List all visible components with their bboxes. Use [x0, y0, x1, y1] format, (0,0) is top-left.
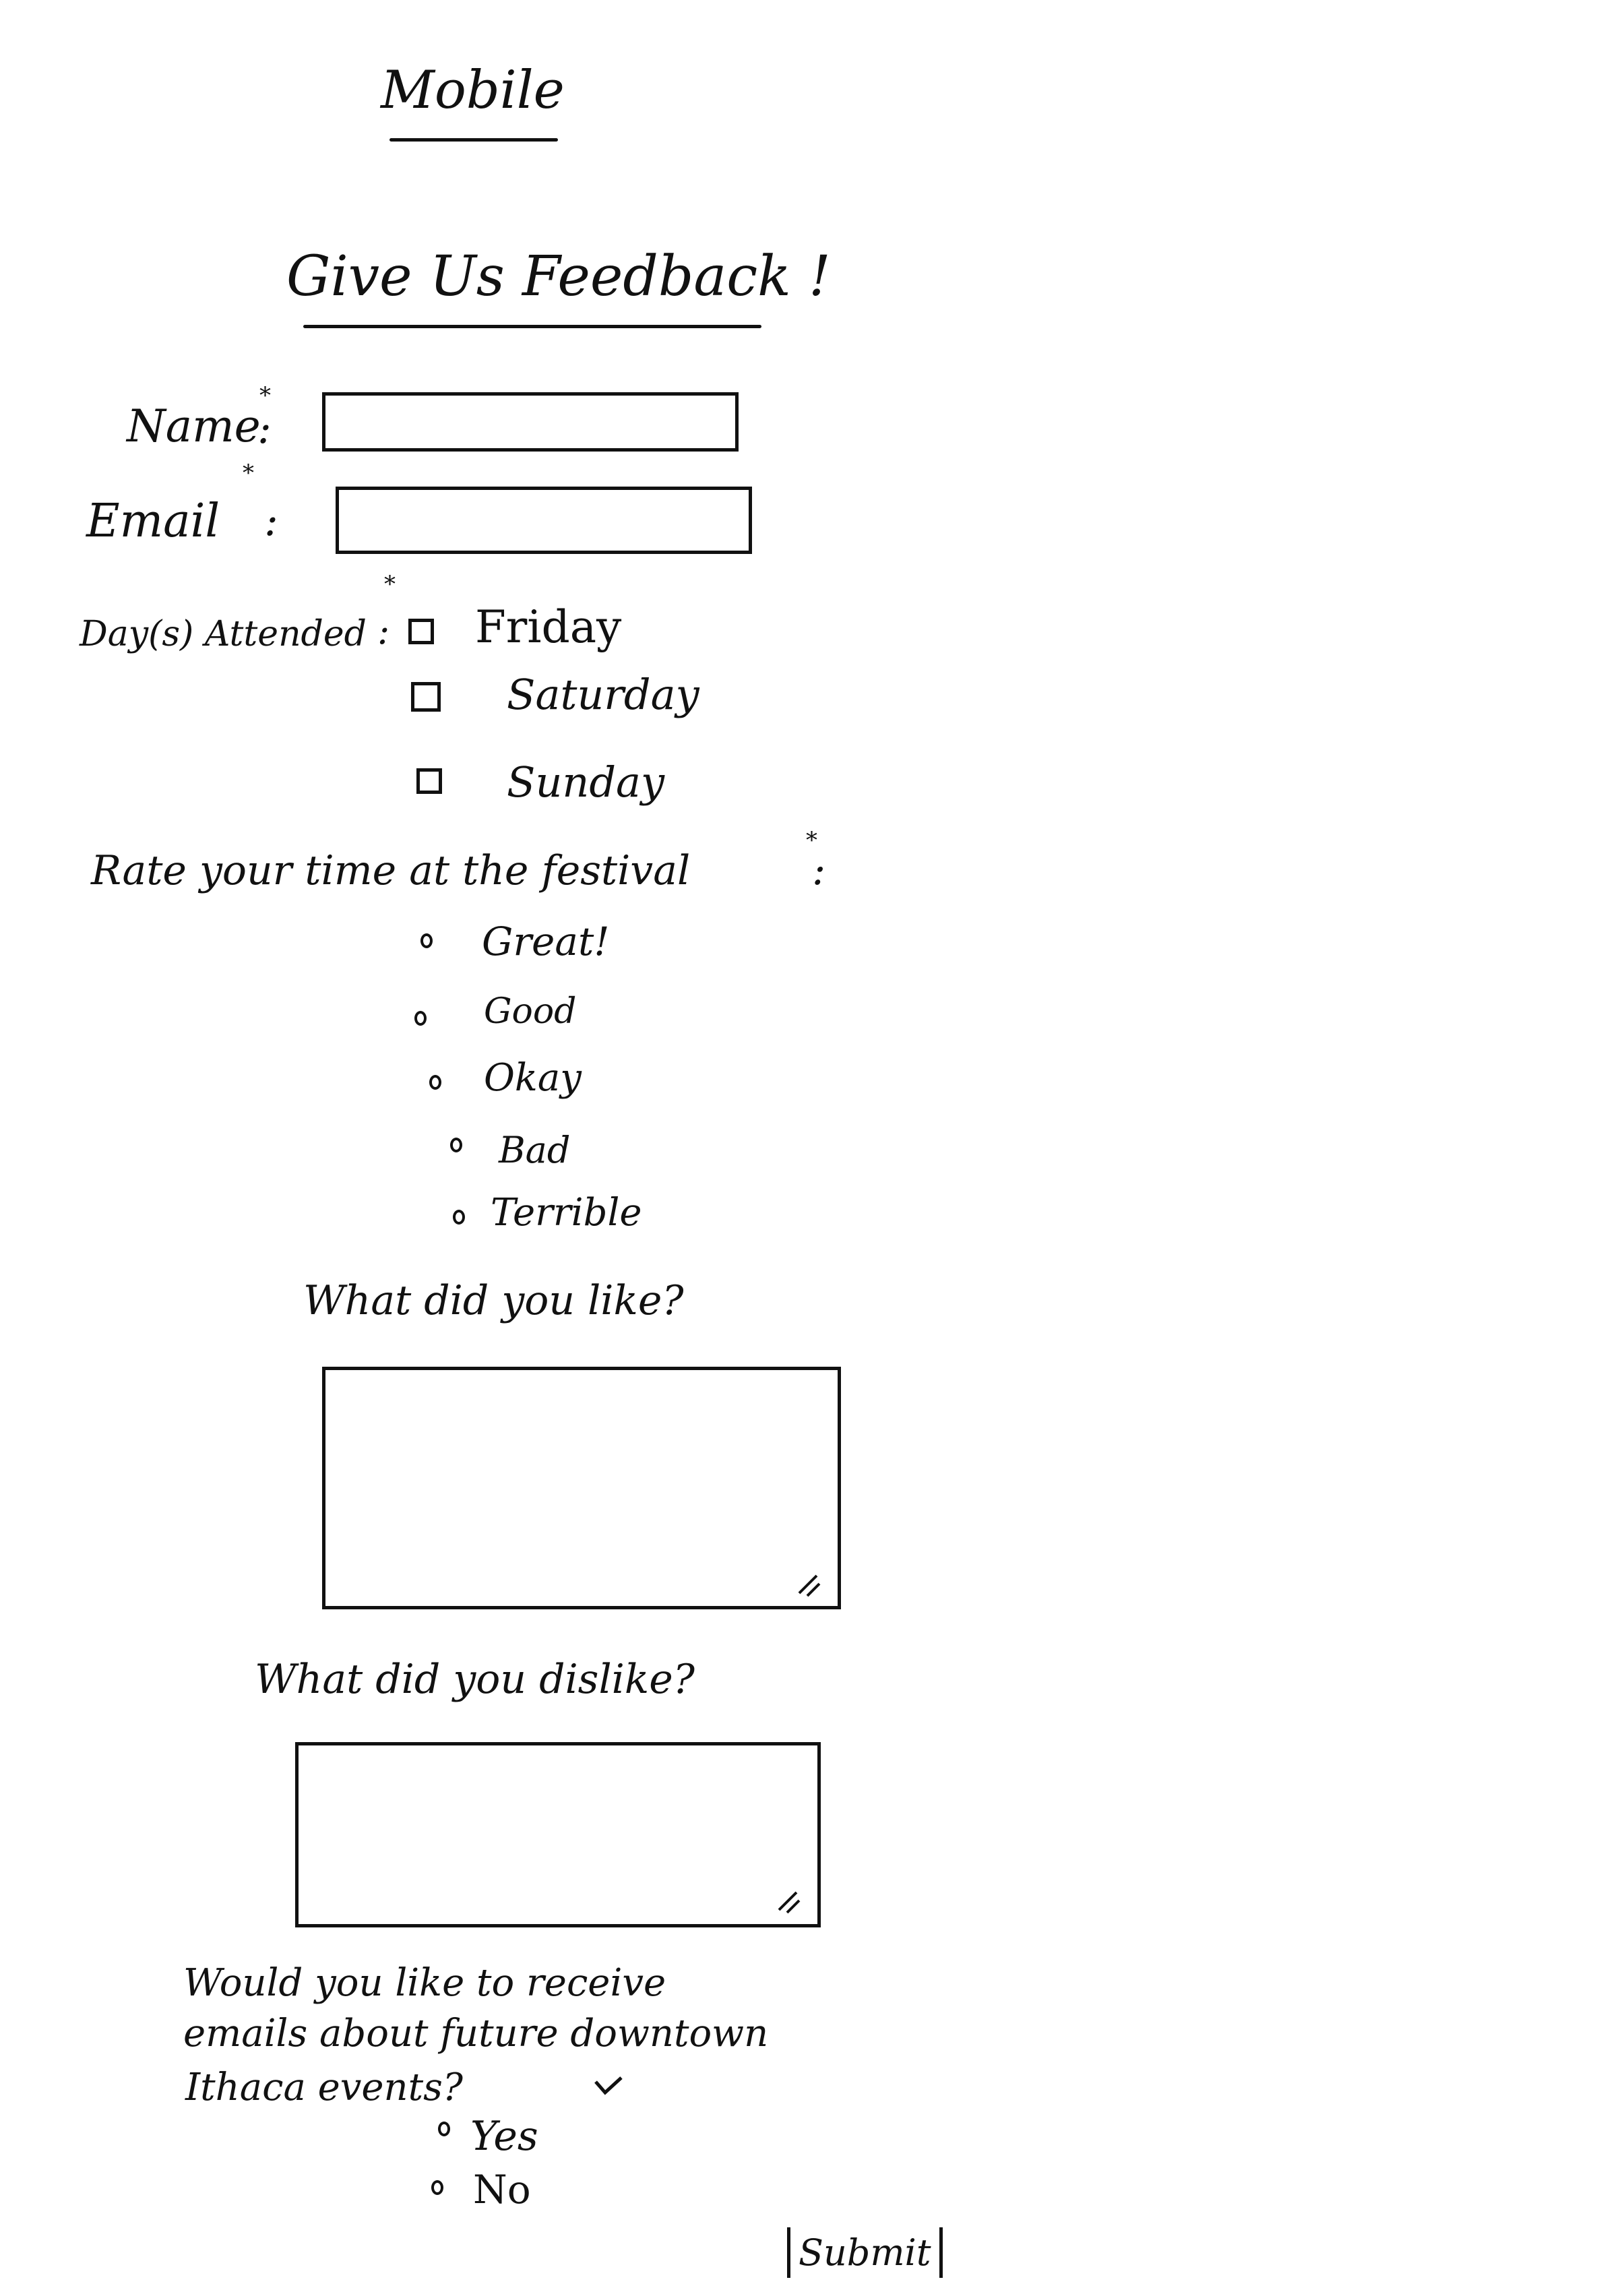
rating-option-good: Good — [484, 991, 577, 1032]
day-label-saturday: Saturday — [507, 670, 699, 719]
liked-label: What did you like? — [303, 1277, 684, 1324]
disliked-textarea[interactable] — [295, 1742, 821, 1927]
name-input[interactable] — [322, 392, 739, 452]
rating-option-okay: Okay — [484, 1056, 582, 1100]
emails-question-line1: Would you like to receive — [183, 1961, 666, 2005]
radio-okay[interactable] — [429, 1075, 441, 1090]
disliked-label: What did you dislike? — [255, 1656, 695, 1703]
rating-option-bad: Bad — [499, 1129, 571, 1171]
radio-good[interactable] — [414, 1011, 427, 1026]
rating-option-great: Great! — [482, 919, 610, 964]
email-label: Email — [86, 495, 220, 548]
rating-label: Rate your time at the festival — [91, 847, 691, 894]
name-label: Name — [127, 400, 261, 452]
email-input[interactable] — [336, 487, 752, 554]
email-option-no: No — [473, 2167, 531, 2212]
disliked-resize-grip-icon[interactable] — [774, 1887, 803, 1917]
device-label: Mobile — [381, 60, 565, 121]
liked-textarea[interactable] — [322, 1367, 841, 1609]
device-label-underline — [389, 138, 558, 142]
form-title-underline — [303, 325, 761, 328]
email-option-yes: Yes — [470, 2113, 538, 2160]
emails-question-line2: emails about future downtown — [183, 2012, 769, 2055]
days-colon: : — [377, 610, 390, 652]
emails-question-line3: Ithaca events? — [185, 2066, 463, 2109]
email-required-icon: * — [243, 460, 254, 487]
liked-resize-grip-icon[interactable] — [794, 1570, 823, 1600]
rating-option-terrible: Terrible — [491, 1191, 642, 1235]
radio-terrible[interactable] — [453, 1210, 465, 1225]
checkmark-icon — [594, 2076, 623, 2095]
form-title: Give Us Feedback ! — [286, 245, 831, 309]
radio-bad[interactable] — [450, 1138, 462, 1152]
submit-button[interactable]: Submit — [787, 2227, 943, 2278]
name-colon: : — [257, 404, 272, 453]
day-label-sunday: Sunday — [507, 757, 665, 807]
name-required-icon: * — [259, 382, 271, 409]
day-label-friday: Friday — [475, 601, 622, 653]
checkbox-friday[interactable] — [408, 619, 434, 644]
days-label: Day(s) Attended — [80, 614, 367, 654]
radio-yes[interactable] — [438, 2122, 450, 2136]
radio-no[interactable] — [431, 2180, 443, 2195]
days-required-icon: * — [384, 571, 396, 598]
rating-colon: : — [812, 847, 826, 894]
rating-required-icon: * — [806, 827, 817, 854]
radio-great[interactable] — [420, 933, 433, 948]
email-colon: : — [264, 496, 278, 545]
checkbox-sunday[interactable] — [416, 768, 442, 794]
checkbox-saturday[interactable] — [411, 682, 441, 712]
